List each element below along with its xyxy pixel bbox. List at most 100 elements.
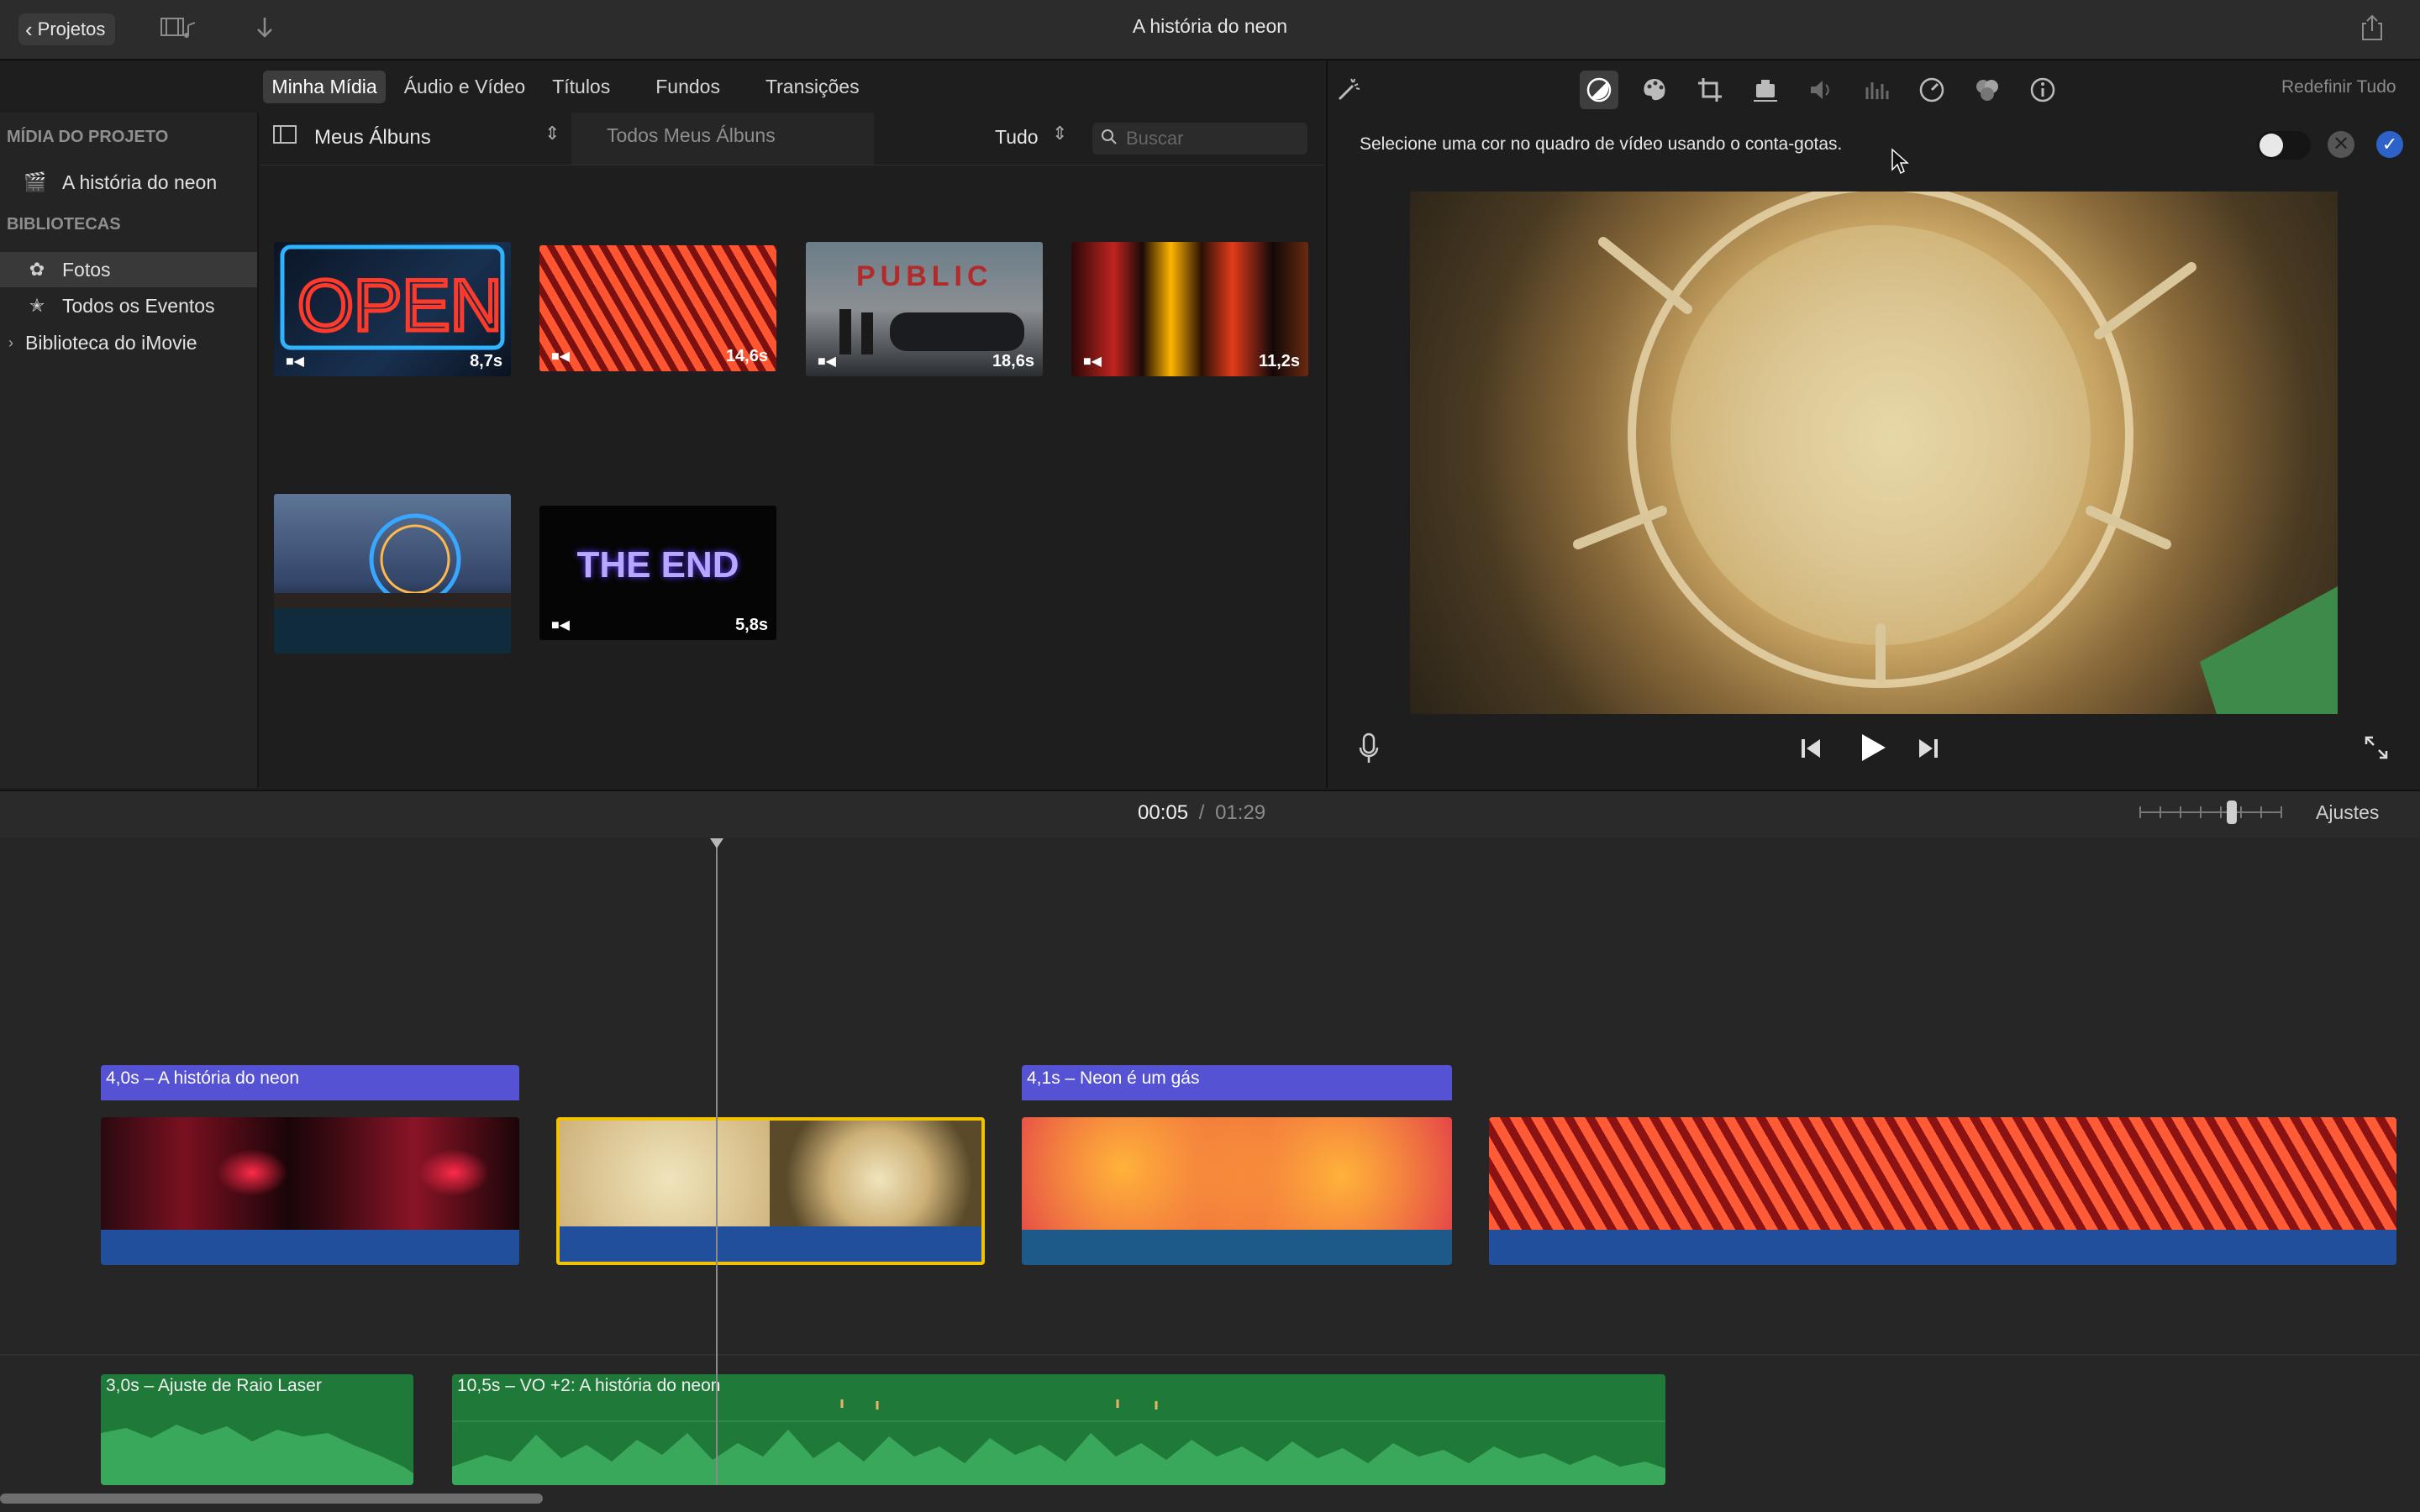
clip-duration: 8,7s bbox=[470, 352, 502, 370]
sidebar-item-label: Fotos bbox=[62, 258, 111, 281]
clip-duration: 11,2s bbox=[1259, 352, 1300, 370]
tab-titles[interactable]: Títulos bbox=[544, 71, 618, 103]
up-down-chevron-icon[interactable]: ⇕ bbox=[544, 123, 560, 144]
audio-clip-label: 10,5s – VO +2: A história do neon bbox=[457, 1376, 721, 1395]
video-camera-icon: ■◀ bbox=[551, 349, 570, 364]
reset-all-button[interactable]: Redefinir Tudo bbox=[2281, 77, 2396, 97]
filter-dropdown[interactable]: Tudo bbox=[995, 126, 1039, 149]
title-clip-neon-gas[interactable]: 4,1s – Neon é um gás bbox=[1022, 1065, 1452, 1100]
sidebar-item-project[interactable]: 🎬 A história do neon bbox=[0, 165, 257, 200]
stabilization-camera-icon[interactable] bbox=[1746, 71, 1785, 109]
clip-audio-bar bbox=[101, 1230, 519, 1265]
time-separator: / bbox=[1198, 801, 1205, 824]
color-match-toggle[interactable] bbox=[2257, 131, 2311, 160]
video-camera-icon: ■◀ bbox=[818, 354, 836, 369]
video-camera-icon: ■◀ bbox=[551, 618, 570, 633]
breadcrumb-path[interactable]: Todos Meus Álbuns bbox=[607, 124, 776, 147]
breadcrumb: Todos Meus Álbuns bbox=[571, 113, 874, 165]
skip-back-icon[interactable] bbox=[1798, 736, 1823, 765]
play-icon[interactable] bbox=[1855, 731, 1889, 769]
clip-duration: 5,8s bbox=[735, 616, 768, 634]
speed-gauge-icon[interactable] bbox=[1912, 71, 1951, 109]
fullscreen-expand-icon[interactable] bbox=[2363, 734, 2390, 765]
clip-audio-bar bbox=[560, 1226, 981, 1262]
search-placeholder: Buscar bbox=[1126, 128, 1184, 149]
tab-backgrounds[interactable]: Fundos bbox=[647, 71, 729, 103]
audio-clip-voiceover[interactable]: 10,5s – VO +2: A história do neon bbox=[452, 1374, 1665, 1485]
star-icon: ✭ bbox=[29, 295, 45, 316]
clip-filmstrip bbox=[1022, 1117, 1452, 1230]
video-camera-icon: ■◀ bbox=[1083, 354, 1102, 369]
media-tabs: Minha Mídia Áudio e Vídeo Títulos Fundos… bbox=[0, 60, 1324, 113]
clip-duration: 18,6s bbox=[992, 352, 1034, 370]
timeline-clip-arches[interactable] bbox=[1489, 1117, 2396, 1265]
clip-filmstrip bbox=[101, 1117, 519, 1230]
playhead-marker[interactable] bbox=[710, 838, 723, 848]
total-time: 01:29 bbox=[1215, 801, 1266, 824]
search-icon bbox=[1101, 129, 1123, 150]
clip-filmstrip-frame-2 bbox=[770, 1121, 981, 1233]
clip-audio-bar bbox=[1022, 1230, 1452, 1265]
eyedropper-instruction: Selecione uma cor no quadro de vídeo usa… bbox=[1360, 134, 1843, 154]
media-clip-ferris-wheel[interactable] bbox=[274, 494, 511, 654]
zoom-slider-ticks bbox=[2139, 806, 2282, 818]
filter-chevron-icon[interactable]: ⇕ bbox=[1052, 123, 1067, 144]
timecode: 00:05 / 01:29 bbox=[1138, 801, 1265, 825]
color-correction-palette-icon[interactable] bbox=[1635, 71, 1674, 109]
skip-forward-icon[interactable] bbox=[1916, 736, 1941, 765]
audio-clip-laser[interactable]: 3,0s – Ajuste de Raio Laser bbox=[101, 1374, 413, 1485]
timeline-clip-neon-gas[interactable] bbox=[1022, 1117, 1452, 1265]
media-clip-market[interactable]: PUBLIC ■◀ 18,6s bbox=[806, 242, 1043, 376]
zoom-slider-knob[interactable] bbox=[2227, 801, 2237, 824]
project-title: A história do neon bbox=[1132, 15, 1288, 37]
volume-icon[interactable] bbox=[1802, 71, 1840, 109]
share-icon[interactable] bbox=[2360, 13, 2385, 48]
zoom-slider[interactable] bbox=[2139, 801, 2282, 824]
tab-transitions[interactable]: Transições bbox=[757, 71, 868, 103]
apply-checkmark-icon[interactable]: ✓ bbox=[2376, 131, 2403, 158]
sidebar-item-label: A história do neon bbox=[62, 171, 218, 193]
search-field[interactable]: Buscar bbox=[1092, 123, 1307, 155]
timeline-clip-selected[interactable] bbox=[556, 1117, 985, 1265]
clip-audio-bar bbox=[1489, 1230, 2396, 1265]
toggle-knob bbox=[2260, 134, 2283, 157]
equalizer-icon[interactable] bbox=[1857, 71, 1896, 109]
crop-icon[interactable] bbox=[1691, 71, 1729, 109]
svg-text:OPEN: OPEN bbox=[297, 265, 502, 346]
tab-audio-video[interactable]: Áudio e Vídeo bbox=[396, 71, 534, 103]
media-clip-the-end[interactable]: THE END ■◀ 5,8s bbox=[539, 506, 776, 640]
track-divider bbox=[0, 1354, 2420, 1356]
color-balance-icon[interactable] bbox=[1580, 71, 1618, 109]
media-clip-arches[interactable]: ■◀ 14,6s bbox=[539, 245, 776, 371]
sidebar-item-all-events[interactable]: ✭ Todos os Eventos bbox=[0, 288, 257, 323]
media-clip-open[interactable]: OPEN ■◀ 8,7s bbox=[274, 242, 511, 376]
disclosure-triangle-icon[interactable]: › bbox=[8, 334, 13, 352]
playhead[interactable] bbox=[716, 838, 718, 1485]
sidebar-item-photos[interactable]: ✿ Fotos bbox=[0, 252, 257, 287]
tab-my-media[interactable]: Minha Mídia bbox=[263, 70, 386, 103]
video-camera-icon: ■◀ bbox=[286, 354, 304, 369]
timeline-scrollbar[interactable] bbox=[0, 1494, 543, 1504]
clip-filmstrip bbox=[1489, 1117, 2396, 1230]
mouse-cursor-icon bbox=[1891, 148, 1911, 181]
album-dropdown[interactable]: Meus Álbuns bbox=[314, 126, 431, 150]
libraries-sidebar bbox=[0, 113, 259, 788]
media-clip-street[interactable]: ■◀ 11,2s bbox=[1071, 242, 1308, 376]
sidebar-item-label: Biblioteca do iMovie bbox=[25, 331, 197, 354]
sidebar-item-imovie-library[interactable]: › Biblioteca do iMovie bbox=[0, 325, 257, 360]
libraries-header: BIBLIOTECAS bbox=[7, 215, 121, 234]
media-grid: OPEN ■◀ 8,7s ■◀ 14,6s PUBLIC ■◀ 18,6s ■◀… bbox=[259, 165, 1324, 788]
clapperboard-icon: 🎬 bbox=[24, 171, 47, 192]
info-icon[interactable] bbox=[2023, 71, 2062, 109]
video-preview bbox=[1410, 192, 2338, 714]
magic-wand-icon[interactable] bbox=[1329, 71, 1368, 109]
current-time: 00:05 bbox=[1138, 801, 1189, 824]
cancel-close-icon[interactable]: ✕ bbox=[2328, 131, 2354, 158]
timeline-clip-laser[interactable] bbox=[101, 1117, 519, 1265]
microphone-icon[interactable] bbox=[1358, 732, 1380, 770]
sidebar-toggle-icon[interactable] bbox=[272, 124, 297, 149]
video-overlay-circles-icon[interactable] bbox=[1968, 71, 2007, 109]
title-clip-neon-story[interactable]: 4,0s – A história do neon bbox=[101, 1065, 519, 1100]
clip-duration: 14,6s bbox=[725, 347, 768, 365]
settings-button[interactable]: Ajustes bbox=[2316, 801, 2379, 824]
